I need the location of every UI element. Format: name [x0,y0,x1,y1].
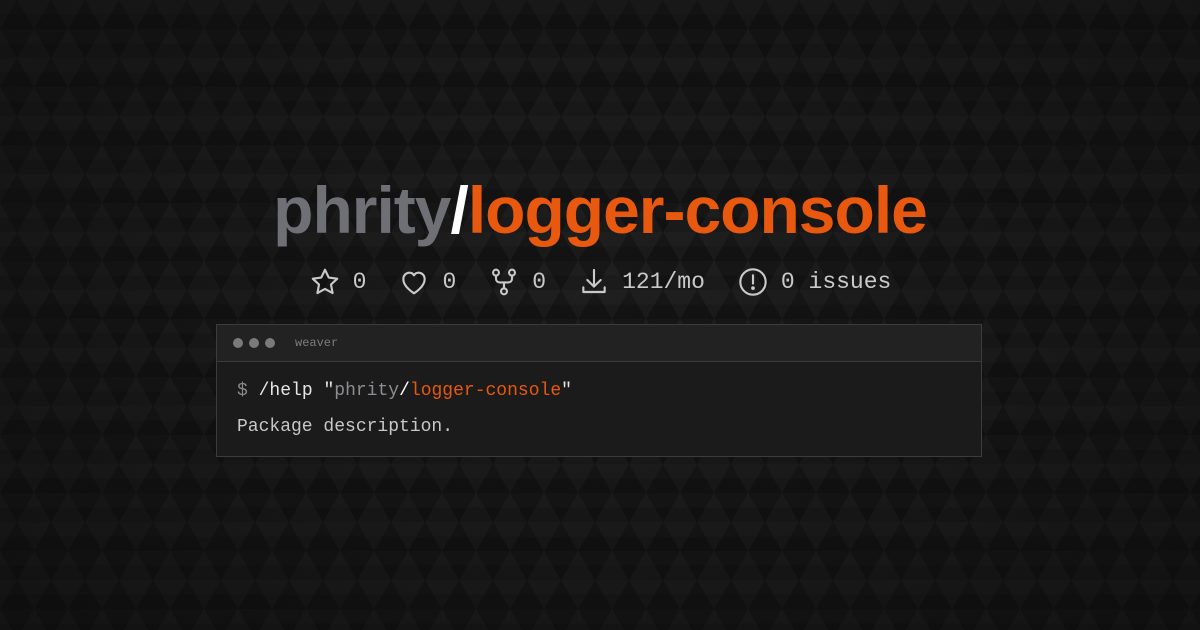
stat-downloads-value: 121/mo [622,269,705,295]
stat-downloads: 121/mo [578,266,705,298]
title-package: logger-console [467,173,928,247]
stat-issues: 0 issues [737,266,891,298]
page-title: phrity/logger-console [0,172,1200,248]
stat-favers-value: 0 [442,269,457,295]
terminal-titlebar: weaver [217,325,981,362]
terminal-arg-package: logger-console [409,381,562,401]
star-icon [311,268,338,295]
stat-forks: 0 [488,266,546,298]
alert-circle-icon [739,268,767,296]
window-dot-icon [265,338,275,348]
fork-icon [492,268,517,296]
stat-stars-value: 0 [352,269,367,295]
stat-forks-value: 0 [532,269,547,295]
terminal-command: /help [258,381,313,401]
stat-stars: 0 [309,266,367,298]
terminal-output: Package description. [237,417,454,437]
heart-icon [402,271,427,295]
terminal-window: weaver $ /help "phrity/logger-console" P… [216,324,982,457]
terminal-body: $ /help "phrity/logger-console" Package … [217,362,981,452]
stat-favers: 0 [398,266,456,298]
download-icon [582,268,606,294]
terminal-arg-separator: / [399,381,410,401]
window-dot-icon [233,338,243,348]
background-pattern [0,0,1200,630]
terminal-quote-close: " [561,381,572,401]
terminal-title: weaver [295,336,339,350]
title-separator: / [450,173,468,247]
terminal-quote-open: " [323,381,335,401]
stat-issues-value: 0 issues [780,269,892,295]
title-vendor: phrity [273,173,451,247]
terminal-command-line: $ /help "phrity/logger-console" [237,380,961,416]
window-dot-icon [249,338,259,348]
terminal-prompt: $ [237,381,248,401]
terminal-arg-vendor: phrity [334,381,400,401]
stats-bar: 0 0 0 121/mo 0 issues [0,266,1200,298]
